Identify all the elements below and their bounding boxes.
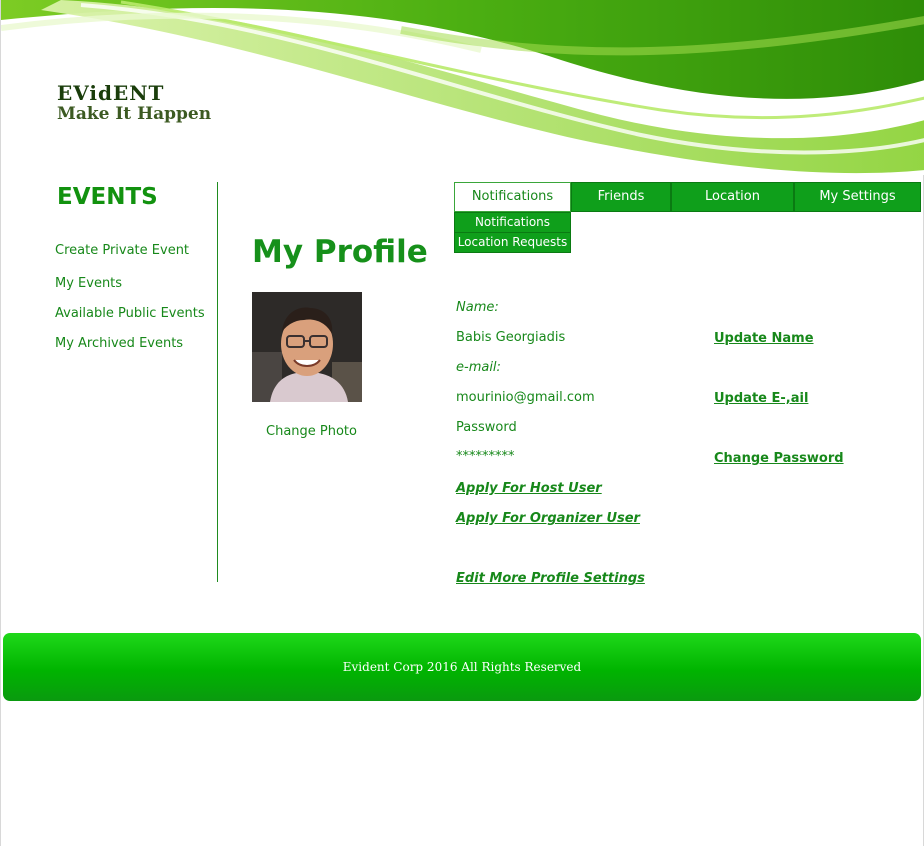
edit-more-profile-settings-link[interactable]: Edit More Profile Settings (456, 571, 645, 586)
email-label: e-mail: (456, 360, 501, 375)
tab-location[interactable]: Location (671, 182, 794, 212)
change-password-link[interactable]: Change Password (714, 451, 844, 466)
sidebar-divider (217, 182, 218, 582)
avatar (252, 292, 362, 402)
sidebar-title: EVENTS (57, 184, 158, 210)
footer-copyright: Evident Corp 2016 All Rights Reserved (342, 660, 582, 674)
sidebar-item-my-archived-events[interactable]: My Archived Events (55, 336, 183, 351)
notifications-dropdown: Notifications Location Requests (454, 212, 571, 253)
submenu-item-notifications[interactable]: Notifications (454, 212, 571, 233)
tab-my-settings[interactable]: My Settings (794, 182, 921, 212)
page-title: My Profile (252, 234, 428, 270)
sidebar-item-create-private-event[interactable]: Create Private Event (55, 243, 189, 258)
email-value: mourinio@gmail.com (456, 390, 595, 405)
tab-notifications[interactable]: Notifications (454, 182, 571, 212)
name-value: Babis Georgiadis (456, 330, 566, 345)
update-email-link[interactable]: Update E-,ail (714, 391, 808, 406)
password-label: Password (456, 420, 517, 435)
update-name-link[interactable]: Update Name (714, 331, 814, 346)
sidebar-item-available-public-events[interactable]: Available Public Events (55, 306, 205, 321)
sidebar-item-my-events[interactable]: My Events (55, 276, 122, 291)
brand-name: EVidENT (57, 81, 165, 105)
footer: Evident Corp 2016 All Rights Reserved (3, 633, 921, 701)
password-value: ********* (456, 449, 515, 464)
apply-host-user-link[interactable]: Apply For Host User (456, 481, 602, 496)
settings-tabs: Notifications Friends Location My Settin… (454, 182, 921, 212)
submenu-item-location-requests[interactable]: Location Requests (454, 233, 571, 253)
name-label: Name: (456, 300, 499, 315)
tab-friends[interactable]: Friends (571, 182, 671, 212)
profile-photo (252, 292, 362, 402)
change-photo-link[interactable]: Change Photo (266, 424, 357, 439)
apply-organizer-user-link[interactable]: Apply For Organizer User (456, 511, 640, 526)
brand-tagline: Make It Happen (57, 104, 212, 124)
site-logo[interactable]: EVidENT Make It Happen (57, 82, 211, 124)
